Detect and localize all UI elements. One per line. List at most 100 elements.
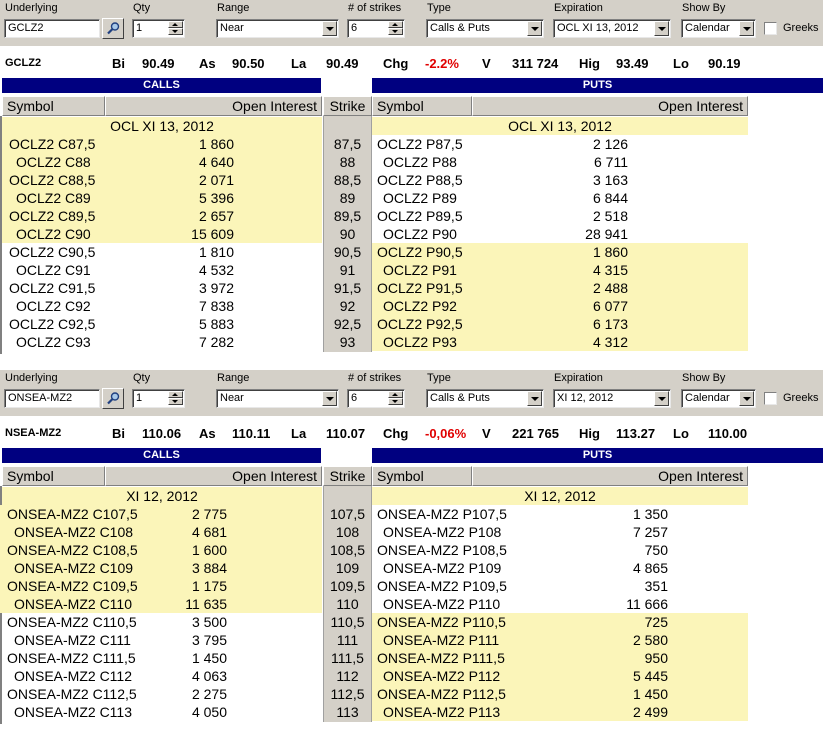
call-row[interactable]: ONSEA-MZ2 C110,5 3 500 xyxy=(0,613,322,631)
put-row[interactable]: ONSEA-MZ2 P107,5 1 350 xyxy=(372,505,748,523)
strikes-stepper[interactable]: 6 xyxy=(347,19,405,38)
call-row[interactable]: ONSEA-MZ2 C109 3 884 xyxy=(0,559,322,577)
call-row[interactable]: ONSEA-MZ2 C113 4 050 xyxy=(0,703,322,721)
strikes-spin[interactable] xyxy=(388,391,403,406)
strike-header[interactable]: Strike xyxy=(323,466,372,486)
chevron-down-icon[interactable] xyxy=(322,21,337,36)
put-row[interactable]: OCLZ2 P92,5 6 173 xyxy=(372,315,748,333)
chevron-down-icon[interactable] xyxy=(739,21,754,36)
chevron-down-icon[interactable] xyxy=(739,391,754,406)
chevron-down-icon[interactable] xyxy=(322,391,337,406)
calls-open-interest-header[interactable]: Open Interest xyxy=(105,466,322,486)
call-row[interactable]: OCLZ2 C92 7 838 xyxy=(2,297,322,315)
put-row[interactable]: ONSEA-MZ2 P109,5 351 xyxy=(372,577,748,595)
call-row[interactable]: OCLZ2 C88,5 2 071 xyxy=(2,171,322,189)
qty-stepper[interactable]: 1 xyxy=(132,19,185,38)
put-row[interactable]: ONSEA-MZ2 P113 2 499 xyxy=(372,703,748,721)
put-row[interactable]: OCLZ2 P89 6 844 xyxy=(372,189,748,207)
strike-header[interactable]: Strike xyxy=(323,96,372,116)
range-select[interactable]: Near xyxy=(216,389,339,408)
qty-spin[interactable] xyxy=(168,391,183,406)
put-row[interactable]: OCLZ2 P92 6 077 xyxy=(372,297,748,315)
put-row[interactable]: ONSEA-MZ2 P108,5 750 xyxy=(372,541,748,559)
spin-up-icon[interactable] xyxy=(388,21,403,28)
put-row[interactable]: OCLZ2 P88 6 711 xyxy=(372,153,748,171)
search-button[interactable] xyxy=(102,388,124,409)
type-select[interactable]: Calls & Puts xyxy=(426,19,544,38)
spin-down-icon[interactable] xyxy=(168,28,183,35)
put-row[interactable]: OCLZ2 P91 4 315 xyxy=(372,261,748,279)
underlying-input[interactable]: GCLZ2 xyxy=(4,19,100,38)
call-symbol: ONSEA-MZ2 C111,5 xyxy=(7,650,136,666)
spin-up-icon[interactable] xyxy=(388,391,403,398)
call-row[interactable]: ONSEA-MZ2 C110 11 635 xyxy=(0,595,322,613)
call-row[interactable]: ONSEA-MZ2 C108 4 681 xyxy=(0,523,322,541)
call-row[interactable]: OCLZ2 C92,5 5 883 xyxy=(2,315,322,333)
calls-symbol-header[interactable]: Symbol xyxy=(2,466,105,486)
call-row[interactable]: OCLZ2 C90,5 1 810 xyxy=(2,243,322,261)
puts-symbol-header[interactable]: Symbol xyxy=(372,96,472,116)
call-row[interactable]: OCLZ2 C91 4 532 xyxy=(2,261,322,279)
call-row[interactable]: OCLZ2 C87,5 1 860 xyxy=(2,135,322,153)
puts-open-interest-header[interactable]: Open Interest xyxy=(472,466,748,486)
put-row[interactable]: ONSEA-MZ2 P112 5 445 xyxy=(372,667,748,685)
qty-stepper[interactable]: 1 xyxy=(132,389,185,408)
put-row[interactable]: ONSEA-MZ2 P110,5 725 xyxy=(372,613,748,631)
greeks-checkbox[interactable] xyxy=(764,22,777,35)
show-by-select[interactable]: Calendar xyxy=(681,19,756,38)
put-row[interactable]: OCLZ2 P90,5 1 860 xyxy=(372,243,748,261)
call-symbol: ONSEA-MZ2 C111 xyxy=(14,632,131,648)
call-row[interactable]: OCLZ2 C88 4 640 xyxy=(2,153,322,171)
put-row[interactable]: OCLZ2 P91,5 2 488 xyxy=(372,279,748,297)
qty-spin[interactable] xyxy=(168,21,183,36)
call-row[interactable]: OCLZ2 C89,5 2 657 xyxy=(2,207,322,225)
show-by-select[interactable]: Calendar xyxy=(681,389,756,408)
put-row[interactable]: ONSEA-MZ2 P109 4 865 xyxy=(372,559,748,577)
put-row[interactable]: OCLZ2 P87,5 2 126 xyxy=(372,135,748,153)
calls-symbol-header[interactable]: Symbol xyxy=(2,96,105,116)
call-row[interactable]: ONSEA-MZ2 C112 4 063 xyxy=(0,667,322,685)
chevron-down-icon[interactable] xyxy=(527,391,542,406)
chevron-down-icon[interactable] xyxy=(654,391,669,406)
put-row[interactable]: ONSEA-MZ2 P110 11 666 xyxy=(372,595,748,613)
calls-open-interest-header[interactable]: Open Interest xyxy=(105,96,322,116)
call-row[interactable]: ONSEA-MZ2 C109,5 1 175 xyxy=(0,577,322,595)
call-row[interactable]: OCLZ2 C89 5 396 xyxy=(2,189,322,207)
spin-down-icon[interactable] xyxy=(388,398,403,405)
spin-down-icon[interactable] xyxy=(388,28,403,35)
chevron-down-icon[interactable] xyxy=(654,21,669,36)
put-row[interactable]: ONSEA-MZ2 P108 7 257 xyxy=(372,523,748,541)
range-select[interactable]: Near xyxy=(216,19,339,38)
underlying-input[interactable]: ONSEA-MZ2 xyxy=(4,389,100,408)
call-row[interactable]: ONSEA-MZ2 C108,5 1 600 xyxy=(0,541,322,559)
call-row[interactable]: ONSEA-MZ2 C112,5 2 275 xyxy=(0,685,322,703)
chevron-down-icon[interactable] xyxy=(527,21,542,36)
type-select[interactable]: Calls & Puts xyxy=(426,389,544,408)
put-row[interactable]: OCLZ2 P89,5 2 518 xyxy=(372,207,748,225)
call-row[interactable]: OCLZ2 C93 7 282 xyxy=(2,333,322,351)
call-row[interactable]: OCLZ2 C90 15 609 xyxy=(2,225,322,243)
put-row[interactable]: OCLZ2 P90 28 941 xyxy=(372,225,748,243)
puts-symbol-header[interactable]: Symbol xyxy=(372,466,472,486)
call-open-interest: 4 050 xyxy=(191,704,227,720)
bid-label: Bi xyxy=(112,56,125,71)
greeks-checkbox[interactable] xyxy=(764,392,777,405)
puts-open-interest-header[interactable]: Open Interest xyxy=(472,96,748,116)
call-row[interactable]: ONSEA-MZ2 C107,5 2 775 xyxy=(0,505,322,523)
put-row[interactable]: OCLZ2 P88,5 3 163 xyxy=(372,171,748,189)
strikes-stepper[interactable]: 6 xyxy=(347,389,405,408)
put-row[interactable]: ONSEA-MZ2 P112,5 1 450 xyxy=(372,685,748,703)
put-row[interactable]: OCLZ2 P93 4 312 xyxy=(372,333,748,351)
call-row[interactable]: ONSEA-MZ2 C111 3 795 xyxy=(0,631,322,649)
spin-up-icon[interactable] xyxy=(168,21,183,28)
strikes-spin[interactable] xyxy=(388,21,403,36)
put-row[interactable]: ONSEA-MZ2 P111 2 580 xyxy=(372,631,748,649)
spin-up-icon[interactable] xyxy=(168,391,183,398)
expiration-select[interactable]: XI 12, 2012 xyxy=(553,389,671,408)
expiration-select[interactable]: OCL XI 13, 2012 xyxy=(553,19,671,38)
search-button[interactable] xyxy=(102,18,124,39)
put-row[interactable]: ONSEA-MZ2 P111,5 950 xyxy=(372,649,748,667)
spin-down-icon[interactable] xyxy=(168,398,183,405)
call-row[interactable]: ONSEA-MZ2 C111,5 1 450 xyxy=(0,649,322,667)
call-row[interactable]: OCLZ2 C91,5 3 972 xyxy=(2,279,322,297)
